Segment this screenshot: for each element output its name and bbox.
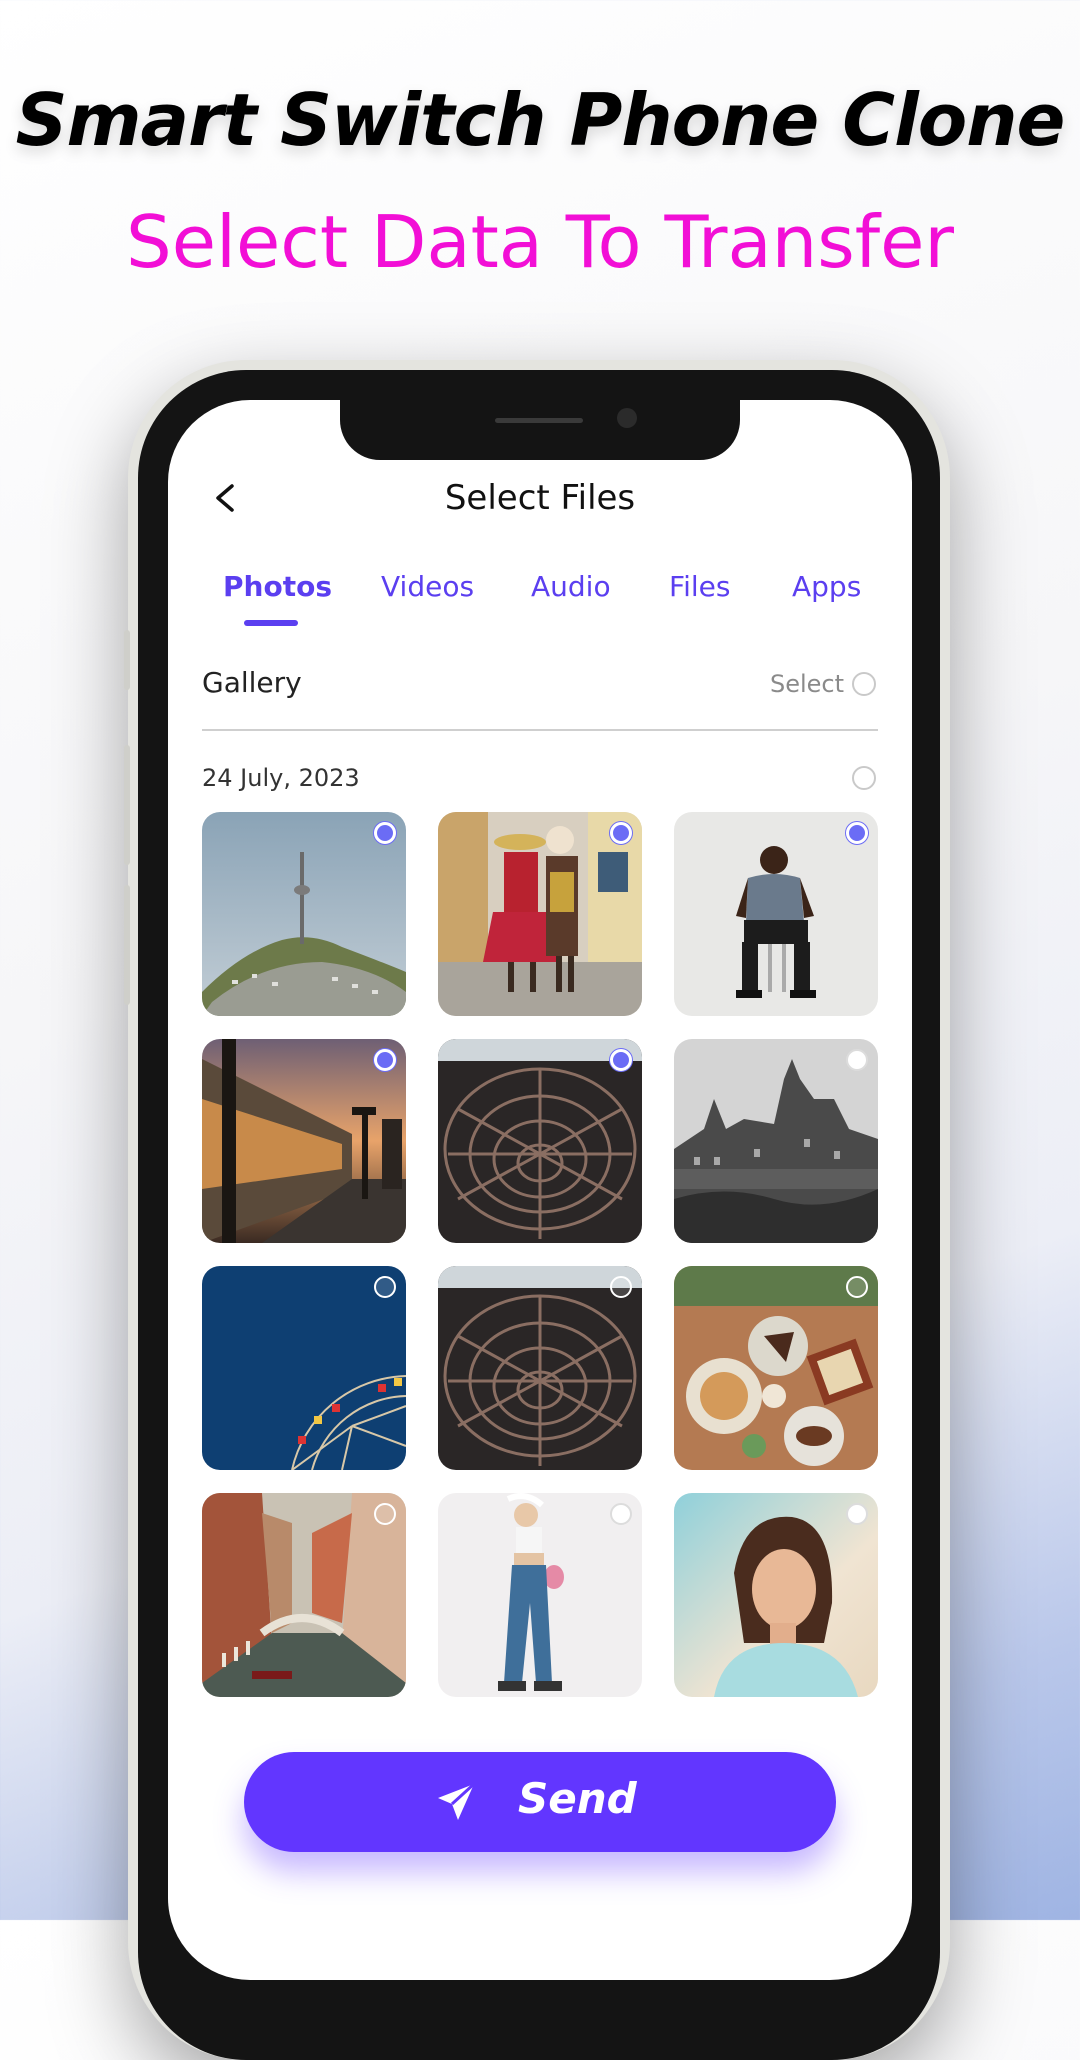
photo-vessel-structure (438, 1039, 642, 1243)
page-title: Select Files (444, 478, 636, 518)
photo-select-checkbox[interactable] (846, 1276, 868, 1298)
photo-thumbnail[interactable] (674, 1039, 878, 1243)
photo-traditional-dress (438, 812, 642, 1016)
photo-select-checkbox[interactable] (374, 1276, 396, 1298)
photo-food-table (674, 1266, 878, 1470)
phone-volume-up (124, 745, 130, 865)
photo-select-checkbox[interactable] (610, 1049, 632, 1071)
gallery-label: Gallery (202, 666, 302, 699)
phone-speaker (495, 418, 583, 423)
photo-thumbnail[interactable] (202, 1039, 406, 1243)
photo-select-checkbox[interactable] (610, 1276, 632, 1298)
divider (202, 729, 878, 731)
headline: Smart Switch Phone Clone (15, 78, 1066, 162)
photo-select-checkbox[interactable] (610, 1503, 632, 1525)
send-button-label: Send (518, 1774, 637, 1823)
photo-venice-canal (202, 1493, 406, 1697)
photo-thumbnail[interactable] (438, 812, 642, 1016)
photo-train-sunset (202, 1039, 406, 1243)
photo-woman-portrait (674, 1493, 878, 1697)
photo-tower-hill (202, 812, 406, 1016)
phone-side-button (124, 630, 130, 690)
photo-select-checkbox[interactable] (846, 822, 868, 844)
send-button[interactable]: Send (244, 1752, 836, 1852)
date-label: 24 July, 2023 (202, 764, 360, 792)
select-all-radio[interactable] (852, 672, 876, 696)
photo-select-checkbox[interactable] (846, 1503, 868, 1525)
photo-select-checkbox[interactable] (374, 1049, 396, 1071)
photo-ferris-wheel (202, 1266, 406, 1470)
photo-vessel-structure (438, 1266, 642, 1470)
photo-thumbnail[interactable] (202, 1266, 406, 1470)
photo-thumbnail[interactable] (674, 1266, 878, 1470)
photo-select-checkbox[interactable] (374, 1503, 396, 1525)
photo-thumbnail[interactable] (674, 1493, 878, 1697)
photo-castle-bw (674, 1039, 878, 1243)
tab-bar: Photos Videos Audio Files Apps (0, 570, 1080, 630)
photo-thumbnail[interactable] (202, 1493, 406, 1697)
photo-thumbnail[interactable] (438, 1039, 642, 1243)
active-tab-indicator (244, 620, 298, 626)
select-all-label[interactable]: Select (770, 670, 844, 698)
tab-apps[interactable]: Apps (792, 570, 861, 603)
photo-select-checkbox[interactable] (846, 1049, 868, 1071)
photo-select-checkbox[interactable] (610, 822, 632, 844)
tab-videos[interactable]: Videos (381, 570, 474, 603)
paper-plane-icon (438, 1782, 476, 1820)
phone-notch (340, 400, 740, 460)
tab-files[interactable]: Files (669, 570, 730, 603)
select-date-radio[interactable] (852, 766, 876, 790)
photo-woman-jeans (438, 1493, 642, 1697)
tab-audio[interactable]: Audio (531, 570, 611, 603)
phone-camera (617, 408, 637, 428)
photo-thumbnail[interactable] (438, 1493, 642, 1697)
photo-seated-man (674, 812, 878, 1016)
photo-thumbnail[interactable] (202, 812, 406, 1016)
tab-photos[interactable]: Photos (223, 570, 332, 603)
photo-thumbnail[interactable] (674, 812, 878, 1016)
subheadline: Select Data To Transfer (126, 200, 954, 284)
phone-volume-down (124, 885, 130, 1005)
photo-thumbnail[interactable] (438, 1266, 642, 1470)
photo-select-checkbox[interactable] (374, 822, 396, 844)
